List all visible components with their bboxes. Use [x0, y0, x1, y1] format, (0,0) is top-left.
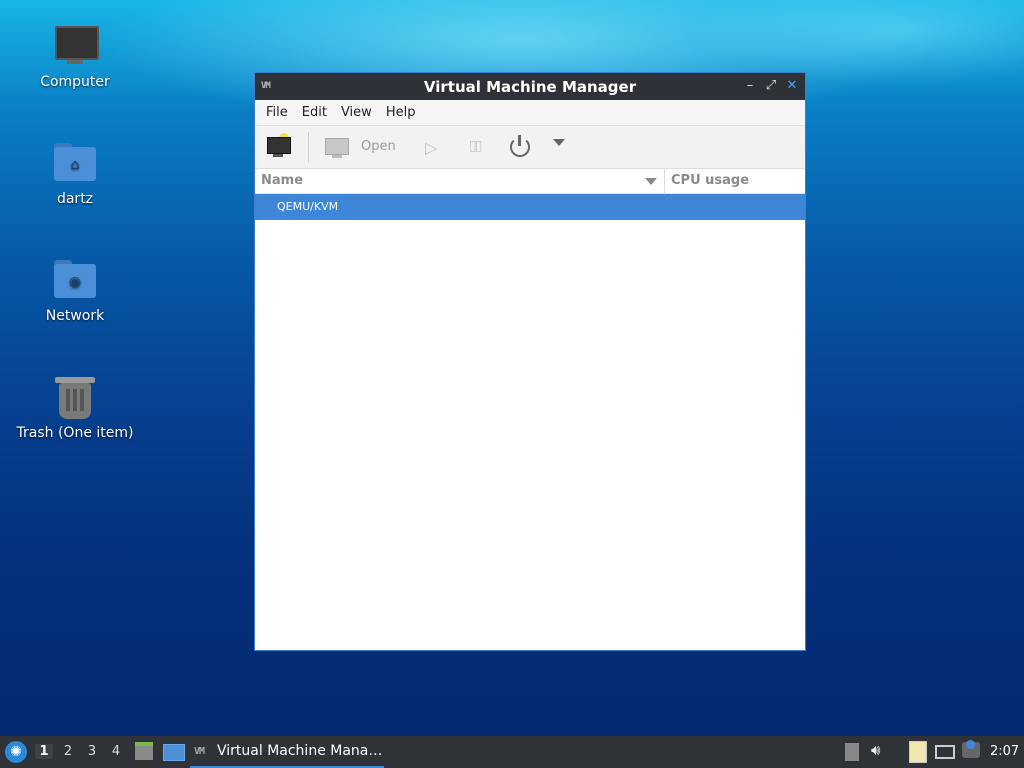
desktop-icon-computer[interactable]: Computer — [15, 22, 135, 90]
home-folder-icon: ⌂ — [51, 139, 99, 187]
network-folder-icon: ◉ — [51, 256, 99, 304]
close-button[interactable]: ✕ — [783, 77, 801, 95]
clipboard-icon[interactable] — [909, 741, 927, 763]
start-menu-icon[interactable]: ✺ — [5, 741, 27, 763]
table-row[interactable]: QEMU/KVM — [255, 194, 805, 220]
monitor-icon — [325, 138, 349, 155]
column-divider[interactable] — [664, 169, 665, 193]
dropdown-arrow-icon[interactable] — [553, 139, 565, 146]
show-desktop-icon[interactable] — [163, 744, 185, 761]
clock[interactable]: 2:07 — [990, 744, 1019, 759]
workspace-2[interactable]: 2 — [59, 744, 77, 759]
workspace-4[interactable]: 4 — [107, 744, 125, 759]
power-icon[interactable] — [509, 134, 531, 157]
menu-file[interactable]: File — [259, 105, 295, 120]
pause-icon[interactable]: ▯▯ — [469, 138, 482, 162]
new-vm-icon — [267, 137, 291, 154]
desktop-icon-trash[interactable]: Trash (One item) — [15, 373, 135, 441]
desktop-icon-home[interactable]: ⌂ dartz — [15, 139, 135, 207]
toolbar: Open ▷ ▯▯ — [255, 126, 805, 169]
open-button[interactable] — [325, 135, 349, 159]
maximize-button[interactable]: ⤢ — [762, 77, 780, 95]
file-manager-icon[interactable] — [135, 742, 153, 760]
window-titlebar[interactable]: VM Virtual Machine Manager – ⤢ ✕ — [255, 73, 805, 100]
menu-view[interactable]: View — [334, 105, 379, 120]
network-icon[interactable] — [935, 745, 955, 759]
column-name-header[interactable]: Name — [261, 173, 303, 188]
desktop-icon-label: Computer — [40, 74, 110, 90]
menu-help[interactable]: Help — [379, 105, 423, 120]
minimize-button[interactable]: – — [741, 77, 759, 95]
new-vm-button[interactable] — [265, 133, 291, 159]
vmm-window: VM Virtual Machine Manager – ⤢ ✕ File Ed… — [254, 72, 806, 651]
volume-icon[interactable]: 🔊︎ — [871, 741, 880, 759]
desktop-icon-label: Trash (One item) — [16, 425, 134, 441]
desktop-icon-label: dartz — [56, 191, 94, 207]
workspace-1[interactable]: 1 — [35, 744, 53, 759]
play-icon[interactable]: ▷ — [425, 138, 437, 162]
list-header: Name CPU usage — [255, 169, 805, 194]
eject-icon[interactable] — [845, 743, 859, 761]
open-label[interactable]: Open — [361, 139, 396, 163]
taskbar: ✺ 1 2 3 4 VM Virtual Machine Mana… 🔊︎ 2:… — [0, 736, 1024, 768]
computer-icon — [51, 22, 99, 70]
window-title: Virtual Machine Manager — [423, 78, 637, 96]
menubar: File Edit View Help — [255, 100, 805, 126]
trash-icon — [51, 373, 99, 421]
task-label: Virtual Machine Mana… — [217, 743, 383, 759]
column-cpu-header[interactable]: CPU usage — [671, 173, 749, 188]
workspace-3[interactable]: 3 — [83, 744, 101, 759]
desktop-icon-label: Network — [45, 308, 105, 324]
vmm-app-icon: VM — [194, 746, 205, 757]
menu-edit[interactable]: Edit — [295, 105, 334, 120]
toolbar-separator — [308, 132, 309, 162]
update-notifier-icon[interactable] — [962, 740, 980, 758]
sort-arrow-icon[interactable] — [645, 178, 657, 185]
connection-label: QEMU/KVM — [277, 200, 339, 213]
taskbar-task-vmm[interactable]: VM Virtual Machine Mana… — [190, 738, 384, 768]
desktop-icon-network[interactable]: ◉ Network — [15, 256, 135, 324]
